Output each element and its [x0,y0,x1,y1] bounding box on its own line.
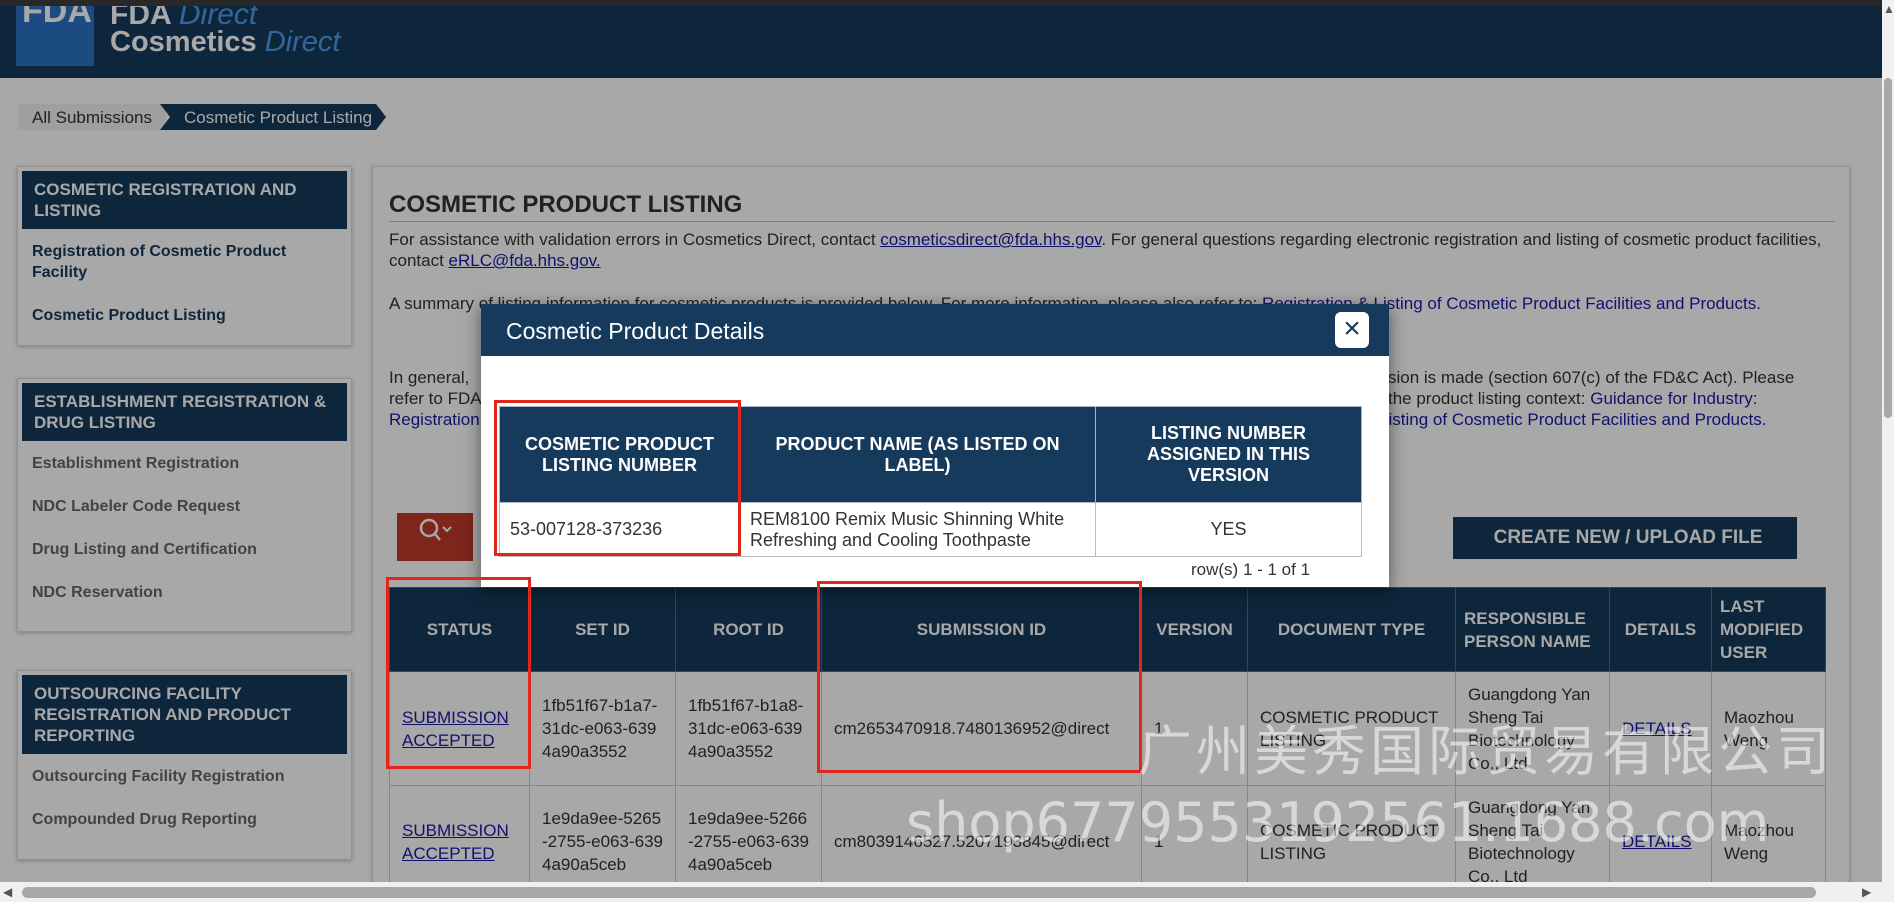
assigned-cell: YES [1095,502,1362,557]
screenshot-canvas: FDA FDA Direct Cosmetics Direct All Subm… [0,0,1894,902]
rows-info: row(s) 1 - 1 of 1 [1191,560,1311,579]
scroll-left-arrow-icon[interactable]: ◀ [3,885,12,899]
highlight-box-listing-number [494,400,741,556]
modal-header: Cosmetic Product Details [481,304,1389,356]
scroll-right-arrow-icon[interactable]: ▶ [1862,885,1871,899]
close-icon[interactable]: × [1335,312,1369,348]
modal-title: Cosmetic Product Details [506,318,765,344]
column-header: PRODUCT NAME (AS LISTED ON LABEL) [739,406,1096,503]
scroll-up-arrow-icon[interactable]: ▲ [1883,2,1894,16]
highlight-box-submission-id [817,581,1142,773]
highlight-box-status [386,577,531,769]
horizontal-scroll-thumb[interactable] [22,887,1816,898]
vertical-scroll-thumb[interactable] [1884,78,1892,418]
horizontal-scrollbar[interactable]: ◀ ▶ [0,882,1894,902]
column-header: LISTING NUMBER ASSIGNED IN THIS VERSION [1095,406,1362,503]
watermark-line-2: shop6779553192561.1688.com [906,791,1770,854]
product-name-cell: REM8100 Remix Music Shinning White Refre… [739,502,1096,557]
watermark-line-1: 广州美秀国际贸易有限公司 [1138,720,1834,783]
vertical-scrollbar[interactable]: ▲ [1882,0,1894,902]
